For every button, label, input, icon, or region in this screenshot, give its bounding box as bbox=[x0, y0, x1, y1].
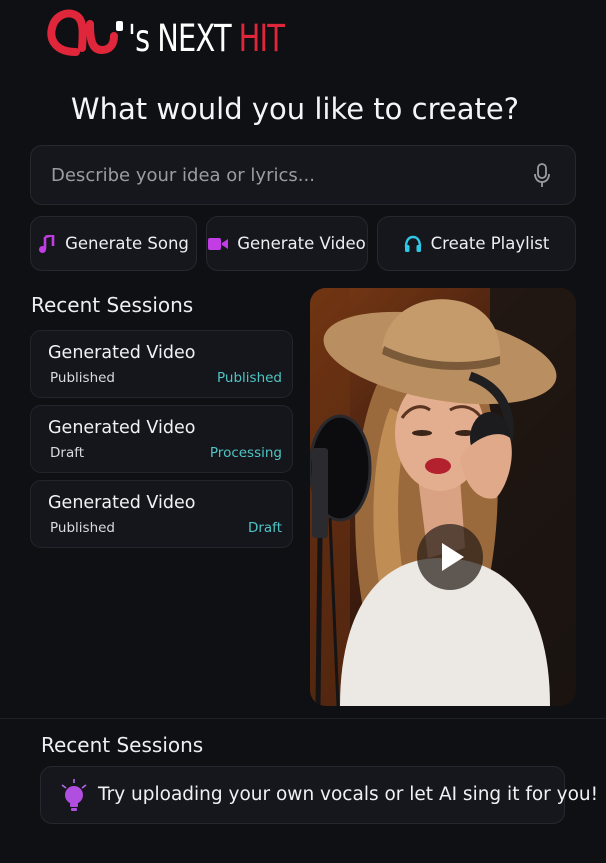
singer-photo bbox=[310, 288, 576, 706]
session-status: Published bbox=[217, 370, 282, 386]
generate-song-button[interactable]: Generate Song bbox=[30, 216, 197, 271]
app-logo[interactable]: 's NEXT HIT bbox=[46, 4, 285, 62]
session-subtitle: Published bbox=[50, 370, 115, 386]
session-title: Generated Video bbox=[48, 343, 196, 363]
logo-hit: HIT bbox=[238, 17, 285, 60]
section-divider bbox=[0, 718, 606, 719]
logo-mark-icon bbox=[47, 9, 123, 56]
prompt-input[interactable] bbox=[31, 146, 521, 204]
play-icon[interactable] bbox=[417, 524, 483, 590]
session-status: Processing bbox=[209, 445, 282, 461]
logo-next: NEXT bbox=[157, 17, 231, 60]
recent-sessions-heading: Recent Sessions bbox=[31, 293, 194, 317]
lightbulb-icon bbox=[61, 779, 87, 811]
headphones-icon bbox=[404, 235, 421, 252]
session-card[interactable]: Generated Video Published Published bbox=[30, 330, 293, 398]
app-page: 's NEXT HIT What would you like to create?… bbox=[0, 0, 606, 863]
session-title: Generated Video bbox=[48, 418, 196, 438]
session-title: Generated Video bbox=[48, 493, 196, 513]
logo-wordmark: 's NEXT HIT bbox=[128, 17, 285, 60]
video-camera-icon bbox=[208, 237, 229, 250]
tip-banner: Try uploading your own vocals or let AI … bbox=[40, 766, 598, 824]
tips-heading: Recent Sessions bbox=[41, 733, 204, 757]
tip-text: Try uploading your own vocals or let AI … bbox=[98, 784, 599, 805]
create-playlist-button[interactable]: Create Playlist bbox=[377, 216, 576, 271]
generate-video-button[interactable]: Generate Video bbox=[206, 216, 368, 271]
session-card[interactable]: Generated Video Published Draft bbox=[30, 480, 293, 548]
session-card[interactable]: Generated Video Draft Processing bbox=[30, 405, 293, 473]
logo-s: 's bbox=[128, 17, 150, 60]
generate-video-label: Generate Video bbox=[237, 234, 366, 253]
session-subtitle: Published bbox=[50, 520, 115, 536]
session-subtitle: Draft bbox=[50, 445, 85, 461]
create-playlist-label: Create Playlist bbox=[430, 234, 550, 253]
page-title: What would you like to create? bbox=[70, 92, 520, 126]
video-preview[interactable] bbox=[310, 288, 576, 706]
prompt-box bbox=[30, 145, 576, 205]
music-note-icon bbox=[39, 234, 55, 253]
generate-song-label: Generate Song bbox=[65, 234, 189, 253]
session-status: Draft bbox=[247, 520, 282, 536]
microphone-icon[interactable] bbox=[533, 163, 551, 189]
